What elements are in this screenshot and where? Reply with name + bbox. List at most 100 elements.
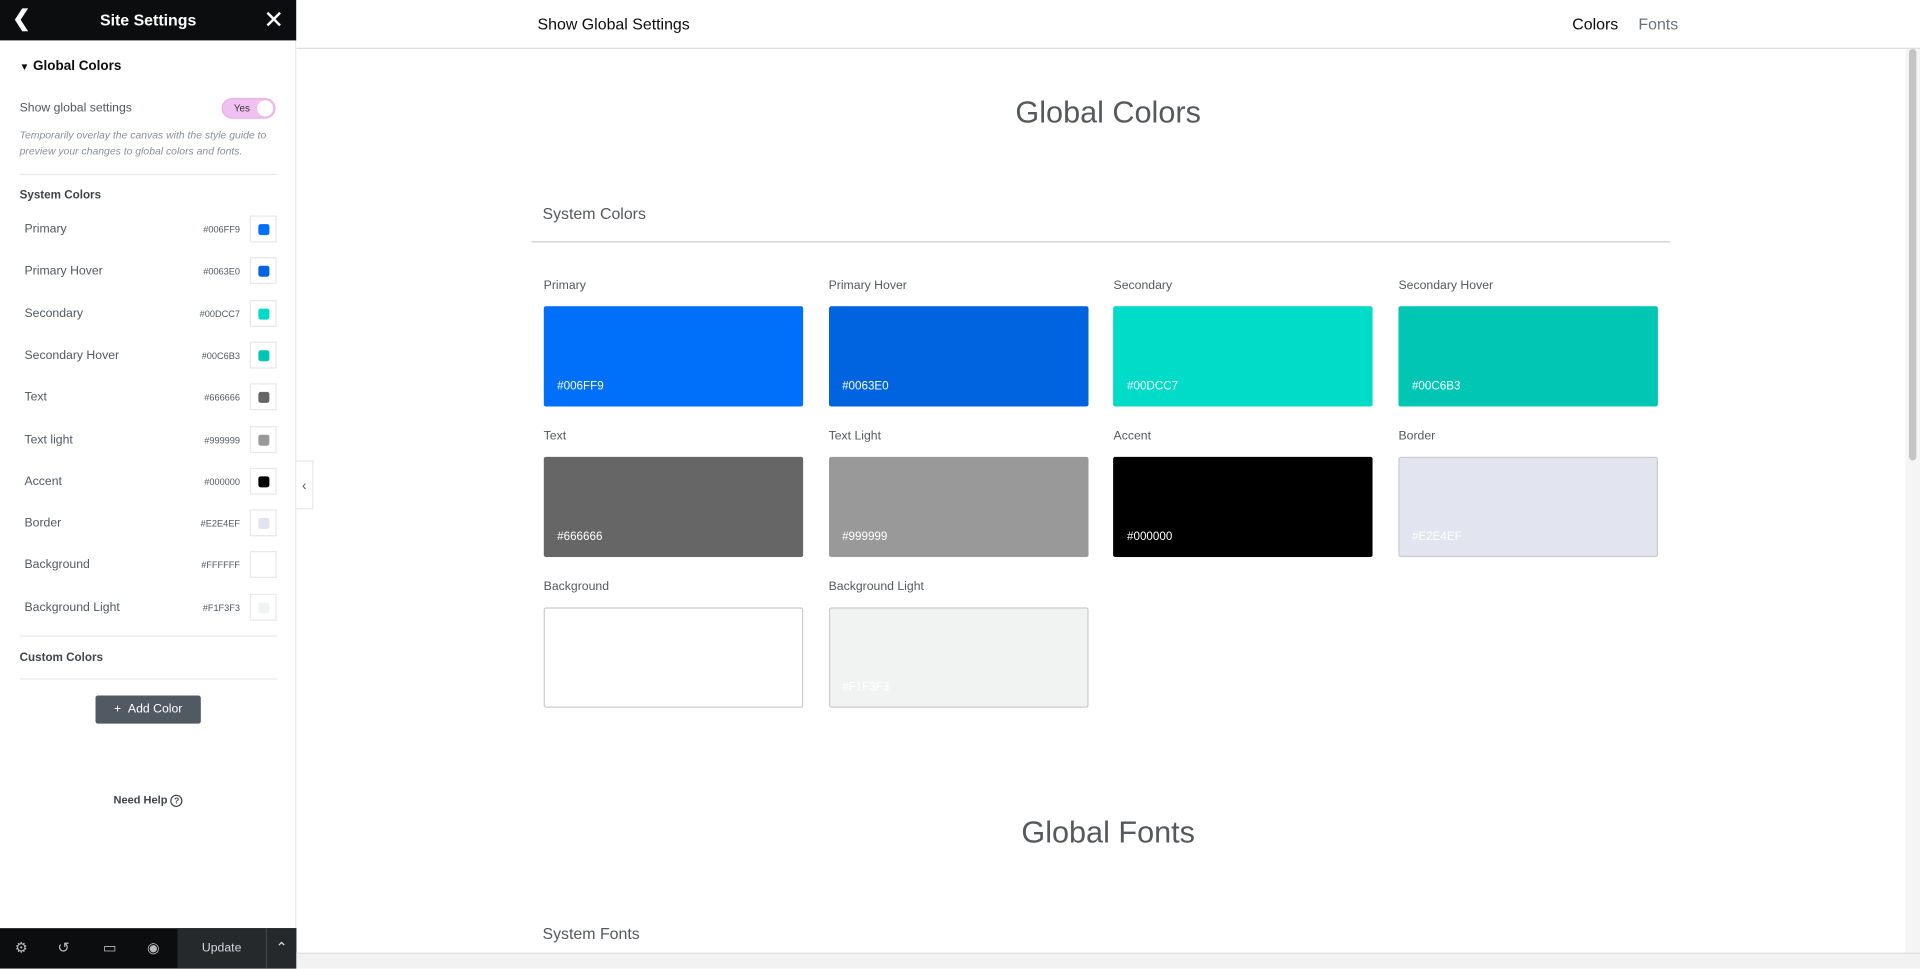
color-hex: #0063E0 bbox=[203, 266, 241, 278]
color-hex: #999999 bbox=[204, 434, 241, 446]
global-colors-section-toggle[interactable]: ▼ Global Colors bbox=[20, 59, 122, 74]
swatch-label: Text Light bbox=[828, 429, 882, 444]
color-swatch[interactable] bbox=[249, 257, 277, 285]
scrollbar[interactable] bbox=[1905, 48, 1920, 953]
color-hex: #F1F3F3 bbox=[202, 602, 241, 614]
chevron-up-icon[interactable]: ⌃ bbox=[265, 928, 297, 969]
swatch-hex: #E2E4EF bbox=[1411, 530, 1462, 544]
fonts-link[interactable]: Fonts bbox=[1638, 15, 1678, 33]
swatch-hex: #0063E0 bbox=[842, 379, 889, 394]
swatch-label: Accent bbox=[1113, 429, 1151, 444]
colors-link[interactable]: Colors bbox=[1572, 15, 1618, 33]
color-swatch-card[interactable]: #F1F3F3 bbox=[828, 607, 1089, 708]
swatch-label: Primary bbox=[543, 279, 586, 293]
global-colors-heading: Global Colors bbox=[1015, 95, 1201, 130]
color-swatch-card[interactable]: #FFFFFF bbox=[543, 607, 804, 708]
system-color-row[interactable]: Border #E2E4EF bbox=[24, 509, 277, 539]
system-color-row[interactable]: Primary #006FF9 bbox=[24, 215, 277, 245]
system-color-row[interactable]: Secondary Hover #00C6B3 bbox=[24, 341, 277, 370]
color-swatch-card[interactable]: #666666 bbox=[543, 456, 804, 558]
topbar-title: Show Global Settings bbox=[537, 14, 690, 34]
color-swatch[interactable] bbox=[249, 509, 277, 537]
add-color-button[interactable]: + Add Color bbox=[95, 695, 201, 724]
system-color-row[interactable]: Accent #000000 bbox=[24, 467, 277, 497]
add-color-label: Add Color bbox=[127, 702, 183, 717]
show-global-toggle[interactable]: Yes bbox=[221, 97, 276, 119]
show-global-label: Show global settings bbox=[19, 101, 132, 116]
swatch-label: Text bbox=[543, 429, 567, 444]
swatch-label: Primary Hover bbox=[828, 279, 907, 293]
bottom-toolbar: ⚙ ↺ ▭ ◉ Update ⌃ bbox=[0, 928, 297, 969]
close-icon[interactable]: ✕ bbox=[264, 5, 285, 36]
color-name: Background bbox=[24, 558, 90, 573]
color-name: Text bbox=[24, 390, 47, 405]
swatch-hex: #FFFFFF bbox=[557, 680, 607, 695]
swatch-hex: #F1F3F3 bbox=[842, 680, 890, 695]
color-swatch[interactable] bbox=[249, 425, 277, 453]
divider bbox=[531, 241, 1671, 243]
swatch-label: Secondary Hover bbox=[1398, 279, 1494, 293]
panel-header: ❮ Site Settings ✕ bbox=[0, 0, 297, 41]
color-name: Border bbox=[24, 516, 62, 531]
plus-icon: + bbox=[113, 702, 122, 717]
responsive-icon[interactable]: ▭ bbox=[103, 939, 117, 956]
swatch-label: Border bbox=[1398, 429, 1436, 444]
system-color-row[interactable]: Primary Hover #0063E0 bbox=[24, 257, 277, 287]
color-swatch[interactable] bbox=[249, 593, 277, 621]
divider bbox=[19, 173, 277, 176]
collapse-panel-button[interactable]: ‹ bbox=[296, 460, 314, 510]
color-swatch[interactable] bbox=[249, 341, 277, 369]
color-swatch[interactable] bbox=[249, 215, 277, 243]
color-swatch-card[interactable]: #0063E0 bbox=[828, 306, 1089, 407]
divider bbox=[19, 678, 277, 680]
global-settings-topbar: Show Global Settings Colors Fonts bbox=[296, 0, 1920, 49]
system-color-row[interactable]: Text light #999999 bbox=[24, 425, 277, 455]
color-swatch[interactable] bbox=[249, 299, 277, 327]
system-colors-title: System Colors bbox=[19, 188, 102, 203]
system-color-row[interactable]: Secondary #00DCC7 bbox=[24, 299, 277, 329]
color-hex: #E2E4EF bbox=[200, 518, 241, 530]
help-circle-icon: ? bbox=[170, 794, 183, 807]
color-hex: #00DCC7 bbox=[199, 308, 241, 320]
color-swatch-card[interactable]: #000000 bbox=[1113, 456, 1374, 558]
color-name: Secondary bbox=[24, 306, 84, 321]
panel-title: Site Settings bbox=[99, 11, 197, 30]
swatch-hex: #00DCC7 bbox=[1127, 379, 1179, 394]
need-help-link[interactable]: Need Help ? bbox=[0, 793, 296, 807]
color-swatch-card[interactable]: #006FF9 bbox=[543, 306, 804, 407]
color-swatch-card[interactable]: #00C6B3 bbox=[1398, 306, 1659, 407]
swatch-hex: #00C6B3 bbox=[1411, 379, 1461, 394]
swatch-label: Background bbox=[543, 580, 610, 594]
color-name: Background Light bbox=[24, 600, 120, 615]
color-swatch[interactable] bbox=[249, 467, 277, 495]
swatch-hex: #006FF9 bbox=[557, 379, 604, 394]
swatch-label: Background Light bbox=[828, 580, 924, 594]
eye-icon[interactable]: ◉ bbox=[147, 939, 160, 956]
color-swatch[interactable] bbox=[249, 551, 277, 579]
color-swatch-card[interactable]: #999999 bbox=[828, 456, 1089, 558]
custom-colors-title: Custom Colors bbox=[19, 651, 103, 665]
swatch-label: Secondary bbox=[1113, 279, 1173, 293]
horizontal-scrollbar[interactable] bbox=[296, 952, 1920, 969]
color-hex: #FFFFFF bbox=[201, 560, 241, 572]
system-color-row[interactable]: Background Light #F1F3F3 bbox=[24, 593, 277, 622]
gear-icon[interactable]: ⚙ bbox=[15, 939, 28, 956]
color-name: Secondary Hover bbox=[24, 348, 120, 363]
swatch-hex: #999999 bbox=[842, 530, 888, 544]
history-icon[interactable]: ↺ bbox=[58, 939, 70, 956]
caret-down-icon: ▼ bbox=[19, 61, 30, 73]
update-button[interactable]: Update bbox=[177, 928, 266, 969]
color-swatch-card[interactable]: #00DCC7 bbox=[1113, 306, 1374, 407]
color-hex: #00C6B3 bbox=[201, 350, 241, 362]
divider bbox=[19, 635, 277, 637]
color-swatch[interactable] bbox=[249, 383, 277, 411]
color-hex: #000000 bbox=[204, 476, 241, 488]
color-swatch-card[interactable]: #E2E4EF bbox=[1398, 456, 1659, 558]
system-color-row[interactable]: Text #666666 bbox=[24, 383, 277, 412]
global-fonts-heading: Global Fonts bbox=[1021, 815, 1195, 850]
color-name: Primary bbox=[24, 222, 67, 237]
system-color-row[interactable]: Background #FFFFFF bbox=[24, 551, 277, 580]
color-name: Text light bbox=[24, 432, 73, 447]
section-title: Global Colors bbox=[33, 58, 122, 74]
system-colors-heading: System Colors bbox=[542, 204, 646, 223]
